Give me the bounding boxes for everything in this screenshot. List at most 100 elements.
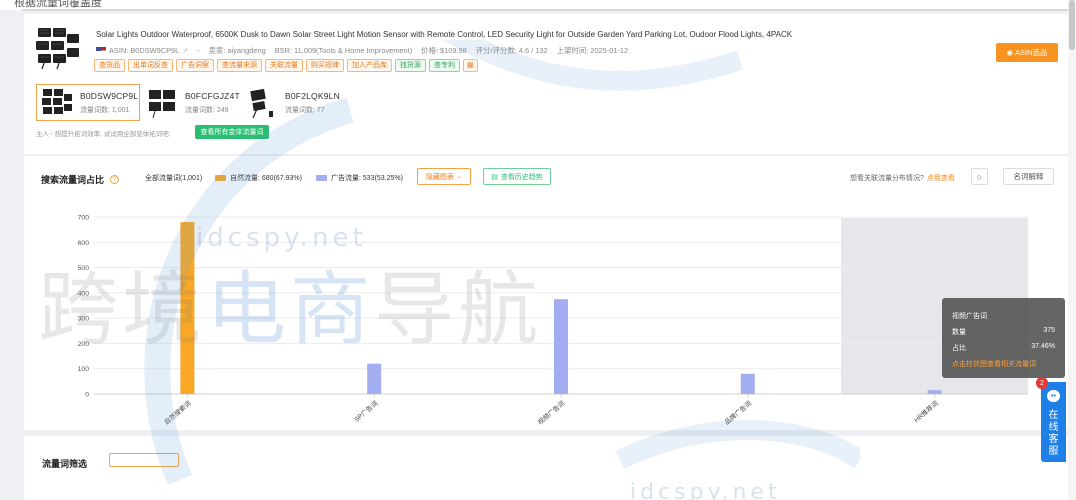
terms-explanation-button[interactable]: 名词解释 xyxy=(1003,168,1054,185)
rating-text: 评分/评分数: 4.6 / 132 xyxy=(475,46,548,55)
y-tick-label: 500 xyxy=(78,265,90,272)
legend-natural-swatch xyxy=(215,175,226,181)
tooltip-title: 视频广告词 xyxy=(952,313,987,320)
variant-asin: B0F2LQK9LN xyxy=(285,90,340,101)
legend-ad[interactable]: 广告流量: 533(53.25%) xyxy=(316,173,403,183)
product-title[interactable]: Solar Lights Outdoor Waterproof, 6500K D… xyxy=(96,30,792,39)
bar-5[interactable] xyxy=(927,390,942,394)
refresh-icon[interactable]: ○ xyxy=(971,168,988,185)
chevron-down-icon: ⌄ xyxy=(456,174,463,180)
tooltip-link[interactable]: 点击柱状图查看相关流量词 xyxy=(952,359,1055,369)
y-tick-label: 300 xyxy=(78,316,90,323)
history-trend-button[interactable]: ▤ 查看历史趋势 xyxy=(483,168,551,185)
page-scrollbar[interactable] xyxy=(1068,0,1076,500)
help-icon[interactable]: ? xyxy=(110,175,120,184)
asin-select-label: ASIN选品 xyxy=(1015,48,1048,57)
online-service-widget[interactable]: •• 在线客服 xyxy=(1041,382,1066,462)
scrollbar-thumb[interactable] xyxy=(1069,0,1075,50)
variant-card-3[interactable]: B0F2LQK9LN 流量词数: 77 xyxy=(242,84,346,121)
total-keywords-label[interactable]: 全部流量词(1,001) xyxy=(145,173,202,183)
variant-asin: B0FCFGJZ4T xyxy=(185,90,240,101)
asin-text[interactable]: ASIN: B0DSW9CP9L xyxy=(109,46,179,55)
x-tick-label: 品牌广告词 xyxy=(722,399,753,427)
variant-hint: 主人~ 想提升拓词效率, 试试用全部变体拓词吧: xyxy=(36,131,171,138)
tooltip-ratio-value: 37.46% xyxy=(1031,343,1055,350)
product-image[interactable] xyxy=(34,26,82,70)
tooltip-count-label: 数量 xyxy=(952,329,966,336)
chart-title-text: 搜索流量词占比 xyxy=(41,175,105,185)
keyword-filter-title: 流量词筛选 xyxy=(42,459,88,469)
keyword-filter-select[interactable] xyxy=(109,453,179,467)
chart-title: 搜索流量词占比 ? xyxy=(41,173,120,186)
chart-y-axis: 0 100 200 300 400 500 600 700 xyxy=(78,215,90,399)
y-tick-label: 600 xyxy=(78,240,90,247)
related-traffic-question: 想看关联流量分布情况? 点我查看 xyxy=(850,173,955,183)
eye-icon: ◉ xyxy=(1006,48,1014,57)
chart-bars[interactable] xyxy=(180,222,942,394)
tooltip-count-value: 375 xyxy=(1043,327,1055,334)
y-tick-label: 100 xyxy=(78,366,90,373)
y-tick-label: 400 xyxy=(78,290,90,297)
price-text: 价格: $109.98 xyxy=(421,46,467,55)
legend-ad-swatch xyxy=(316,175,327,181)
variant-image xyxy=(250,88,273,118)
tag-ad-insight[interactable]: 广告洞察 xyxy=(176,59,214,72)
tool-tags: 查货品 出单词反查 广告洞察 查流量来源 关联流量 购买规律 加入产品库 找货源… xyxy=(94,59,478,72)
legend-natural[interactable]: 自然流量: 680(67.93%) xyxy=(215,173,302,183)
meta-dash: - xyxy=(197,46,200,55)
top-divider xyxy=(22,9,1068,11)
us-flag-icon xyxy=(96,47,106,54)
variant-count: 流量词数: 77 xyxy=(285,106,325,114)
tag-check-patent[interactable]: 查专利 xyxy=(429,59,460,72)
x-tick-label: HR推荐词 xyxy=(912,399,940,424)
variant-image xyxy=(42,88,72,114)
external-link-icon[interactable]: ↗ xyxy=(182,47,188,55)
online-service-label: 在线客服 xyxy=(1048,410,1059,457)
y-tick-label: 200 xyxy=(78,341,90,348)
tag-find-source[interactable]: 找货源 xyxy=(395,59,426,72)
x-tick-label: SP广告词 xyxy=(352,399,379,424)
asin-select-button[interactable]: ◉ ASIN选品 xyxy=(996,43,1058,62)
service-notification-badge: 2 xyxy=(1036,377,1048,389)
keyword-filter-section: 流量词筛选 xyxy=(24,436,1068,500)
product-card: Solar Lights Outdoor Waterproof, 6500K D… xyxy=(24,14,1068,154)
seller-text[interactable]: 卖家: aiyangdeng xyxy=(209,45,266,56)
tag-check-goods[interactable]: 查货品 xyxy=(94,59,125,72)
variant-asin: B0DSW9CP9L xyxy=(80,90,139,101)
chart-tooltip: 视频广告词 数量 375 占比 37.46% 点击柱状图查看相关流量词 xyxy=(942,298,1065,378)
x-tick-label: 自然搜索词 xyxy=(162,399,193,427)
launch-date-text: 上架时间: 2025-01-12 xyxy=(556,46,629,55)
related-traffic-link[interactable]: 点我查看 xyxy=(927,175,955,182)
variant-card-1[interactable]: B0DSW9CP9L 流量词数: 1,001 xyxy=(36,84,140,121)
chat-bubble-icon: •• xyxy=(1047,390,1060,402)
chart-x-axis: 自然搜索词 SP广告词 视频广告词 品牌广告词 HR推荐词 xyxy=(162,394,940,426)
tag-traffic-source[interactable]: 查流量来源 xyxy=(217,59,262,72)
hide-chart-label: 隐藏图表 xyxy=(425,173,454,181)
history-trend-label: 查看历史趋势 xyxy=(500,173,543,181)
tag-reverse-keywords[interactable]: 出单词反查 xyxy=(128,59,173,72)
variant-card-2[interactable]: B0FCFGJZ4T 流量词数: 249 xyxy=(142,84,246,121)
legend-ad-label: 广告流量: 533(53.25%) xyxy=(331,175,403,182)
bar-3[interactable] xyxy=(554,299,568,394)
related-question-text: 想看关联流量分布情况? xyxy=(850,175,924,182)
tag-related-traffic[interactable]: 关联流量 xyxy=(265,59,303,72)
view-all-variants-button[interactable]: 查看所有变体流量词 xyxy=(195,125,269,139)
x-tick-label: 视频广告词 xyxy=(536,399,567,427)
tag-purchase-pattern[interactable]: 购买规律 xyxy=(306,59,344,72)
y-tick-label: 700 xyxy=(78,215,90,222)
tag-add-to-library[interactable]: 加入产品库 xyxy=(347,59,392,72)
bsr-text: BSR: 11,009(Tools & Home Improvement) xyxy=(274,46,413,55)
legend-natural-label: 自然流量: 680(67.93%) xyxy=(230,175,302,182)
variant-image xyxy=(149,89,175,118)
chart-card: 0 100 200 300 400 500 600 700 自然搜索词 SP广告词 视频广告词 品牌… xyxy=(24,156,1068,430)
bar-4[interactable] xyxy=(740,373,755,394)
line-chart-icon: ▤ xyxy=(491,173,498,181)
traffic-bar-chart[interactable]: 0100200300400500600700 自然搜索词 SP广告词 视频广告词 品牌… xyxy=(24,156,1068,430)
y-tick-label: 0 xyxy=(85,392,89,399)
bar-1[interactable] xyxy=(180,222,195,394)
hide-chart-button[interactable]: 隐藏图表 ⌄ xyxy=(417,168,471,185)
variant-count: 流量词数: 1,001 xyxy=(80,106,130,114)
product-meta: ASIN: B0DSW9CP9L ↗ - 卖家: aiyangdeng BSR:… xyxy=(96,45,628,56)
calendar-icon[interactable]: ▦ xyxy=(463,59,478,72)
bar-2[interactable] xyxy=(367,363,382,394)
